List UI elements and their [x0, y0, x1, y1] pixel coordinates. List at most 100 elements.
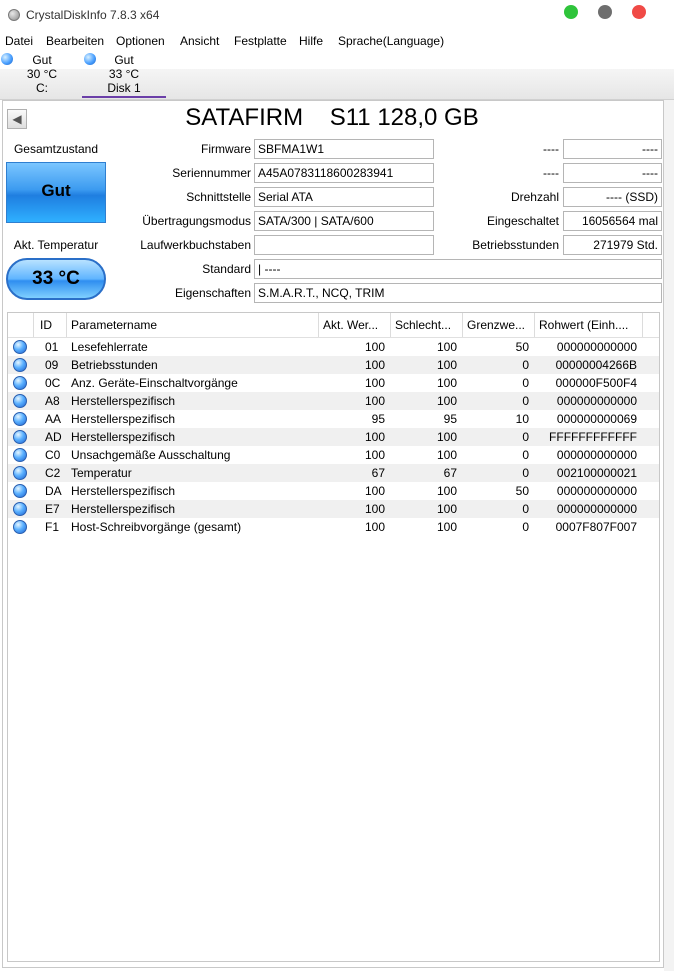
- serial-field: A45A0783118600283941: [254, 163, 434, 183]
- menu-festplatte[interactable]: Festplatte: [234, 34, 287, 48]
- temperature-display[interactable]: 33 °C: [6, 258, 106, 300]
- unknown-label-2: ----: [543, 166, 559, 180]
- rpm-field: ---- (SSD): [563, 187, 662, 207]
- app-icon: [8, 9, 20, 21]
- status-dot-icon: [84, 53, 96, 65]
- table-row[interactable]: 01 Lesefehlerrate 100 100 50 000000000000: [8, 338, 659, 356]
- menu-datei[interactable]: Datei: [5, 34, 33, 48]
- cell-raw: 000000000069: [556, 412, 637, 426]
- cell-current: 100: [364, 340, 385, 354]
- temperature-label: Akt. Temperatur: [13, 238, 99, 252]
- col-id[interactable]: ID: [35, 313, 67, 337]
- title-bar: CrystalDiskInfo 7.8.3 x64: [0, 0, 674, 30]
- cell-threshold: 0: [522, 448, 529, 462]
- status-dot-icon: [13, 484, 27, 498]
- table-row[interactable]: A8 Herstellerspezifisch 100 100 0 00000000000…: [8, 392, 659, 410]
- cell-name: Herstellerspezifisch: [71, 484, 176, 498]
- disk-temp: 33 °C: [108, 67, 140, 81]
- status-dot-icon: [13, 394, 27, 408]
- cell-current: 100: [364, 376, 385, 390]
- disk-temp: 30 °C: [26, 67, 58, 81]
- minimize-button[interactable]: [564, 5, 578, 19]
- col-threshold[interactable]: Grenzwe...: [462, 313, 535, 337]
- menu-optionen[interactable]: Optionen: [116, 34, 165, 48]
- firmware-label: Firmware: [201, 142, 251, 156]
- cell-worst: 100: [436, 394, 457, 408]
- firmware-field: SBFMA1W1: [254, 139, 434, 159]
- power-on-hours-label: Betriebsstunden: [472, 238, 559, 252]
- status-dot-icon: [13, 502, 27, 516]
- table-row[interactable]: DA Herstellerspezifisch 100 100 50 0000000000…: [8, 482, 659, 500]
- smart-table: ID Parametername Akt. Wer... Schlecht...…: [7, 312, 660, 962]
- serial-label: Seriennummer: [172, 166, 251, 180]
- cell-current: 100: [364, 502, 385, 516]
- col-status[interactable]: [8, 313, 34, 337]
- menu-hilfe[interactable]: Hilfe: [299, 34, 323, 48]
- cell-threshold: 0: [522, 394, 529, 408]
- status-dot-icon: [13, 430, 27, 444]
- status-dot-icon: [1, 53, 13, 65]
- disk-name: Disk 1: [107, 81, 141, 95]
- cell-current: 67: [371, 466, 385, 480]
- cell-name: Host-Schreibvorgänge (gesamt): [71, 520, 242, 534]
- cell-name: Unsachgemäße Ausschaltung: [71, 448, 231, 462]
- col-name[interactable]: Parametername: [66, 313, 319, 337]
- maximize-button[interactable]: [598, 5, 612, 19]
- cell-threshold: 0: [522, 430, 529, 444]
- standard-field: | ----: [254, 259, 662, 279]
- cell-raw: 000000000000: [556, 448, 637, 462]
- cell-current: 95: [371, 412, 385, 426]
- drive-letter-label: Laufwerkbuchstaben: [140, 238, 251, 252]
- window-edge: [664, 100, 674, 971]
- cell-raw: 000000F500F4: [555, 376, 637, 390]
- close-button[interactable]: [632, 5, 646, 19]
- cell-current: 100: [364, 430, 385, 444]
- table-row[interactable]: AD Herstellerspezifisch 100 100 0 FFFFFFFFFFF…: [8, 428, 659, 446]
- cell-raw: 0007F807F007: [555, 520, 637, 534]
- cell-current: 100: [364, 394, 385, 408]
- standard-label: Standard: [202, 262, 251, 276]
- transfer-mode-label: Übertragungsmodus: [142, 214, 251, 228]
- cell-threshold: 0: [522, 520, 529, 534]
- cell-worst: 100: [436, 520, 457, 534]
- unknown-label-1: ----: [543, 142, 559, 156]
- cell-worst: 95: [443, 412, 457, 426]
- table-row[interactable]: C2 Temperatur 67 67 0 002100000021: [8, 464, 659, 482]
- table-row[interactable]: 09 Betriebsstunden 100 100 0 00000004266B: [8, 356, 659, 374]
- status-dot-icon: [13, 448, 27, 462]
- table-row[interactable]: 0C Anz. Geräte-Einschaltvorgänge 100 100 0 00…: [8, 374, 659, 392]
- cell-worst: 67: [443, 466, 457, 480]
- unknown-field-1: ----: [563, 139, 662, 159]
- cell-threshold: 0: [522, 376, 529, 390]
- table-row[interactable]: E7 Herstellerspezifisch 100 100 0 00000000000…: [8, 500, 659, 518]
- col-current[interactable]: Akt. Wer...: [318, 313, 391, 337]
- table-row[interactable]: AA Herstellerspezifisch 95 95 10 000000000069: [8, 410, 659, 428]
- menu-sprache[interactable]: Sprache(Language): [338, 34, 444, 48]
- status-dot-icon: [13, 358, 27, 372]
- table-row[interactable]: F1 Host-Schreibvorgänge (gesamt) 100 100 0 00…: [8, 518, 659, 536]
- health-label: Gesamtzustand: [13, 142, 99, 156]
- col-worst[interactable]: Schlecht...: [390, 313, 463, 337]
- cell-threshold: 10: [515, 412, 529, 426]
- table-row[interactable]: C0 Unsachgemäße Ausschaltung 100 100 0 000000…: [8, 446, 659, 464]
- cell-raw: 000000000000: [556, 340, 637, 354]
- menu-bearbeiten[interactable]: Bearbeiten: [46, 34, 104, 48]
- transfer-mode-field: SATA/300 | SATA/600: [254, 211, 434, 231]
- cell-worst: 100: [436, 430, 457, 444]
- cell-name: Herstellerspezifisch: [71, 430, 176, 444]
- cell-worst: 100: [436, 484, 457, 498]
- cell-current: 100: [364, 358, 385, 372]
- menu-bar: Datei Bearbeiten Optionen Ansicht Festpl…: [0, 31, 674, 51]
- cell-name: Anz. Geräte-Einschaltvorgänge: [71, 376, 238, 390]
- menu-ansicht[interactable]: Ansicht: [180, 34, 219, 48]
- status-dot-icon: [13, 466, 27, 480]
- cell-worst: 100: [436, 376, 457, 390]
- interface-label: Schnittstelle: [186, 190, 251, 204]
- disk-tab-disk1[interactable]: Gut 33 °C Disk 1: [82, 51, 166, 98]
- power-on-count-field: 16056564 mal: [563, 211, 662, 231]
- cell-name: Herstellerspezifisch: [71, 394, 176, 408]
- col-raw[interactable]: Rohwert (Einh....: [534, 313, 643, 337]
- disk-tab-c[interactable]: Gut 30 °C C:: [0, 51, 84, 98]
- cell-current: 100: [364, 520, 385, 534]
- health-status-button[interactable]: Gut: [6, 162, 106, 223]
